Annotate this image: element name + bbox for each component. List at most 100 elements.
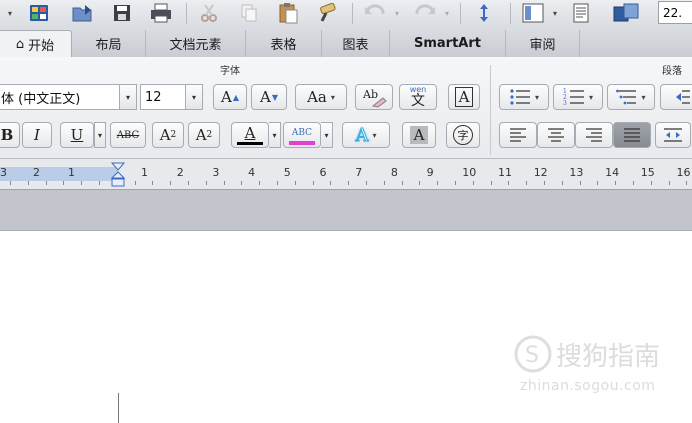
ruler-tick [597,181,599,185]
bold-button[interactable]: B [0,122,20,148]
document-page[interactable] [0,231,692,423]
change-case-button[interactable]: Aa ▾ [295,84,347,110]
open-icon[interactable] [68,2,98,24]
grow-arrow-icon: ▲ [232,92,239,102]
ruler-tick [508,181,510,185]
redo-dropdown-arrow[interactable]: ▾ [442,2,452,24]
tab-review[interactable]: 审阅 [506,30,580,57]
italic-button[interactable]: I [22,122,52,148]
enclose-characters-button[interactable]: 字 [446,122,480,148]
distributed-button[interactable] [655,122,691,148]
outdent-icon [676,90,690,104]
ruler-number: 15 [640,166,655,179]
underline-dropdown[interactable]: ▾ [94,122,106,148]
bullets-button[interactable]: ▾ [499,84,549,110]
sogou-logo-icon: S [514,335,552,373]
ribbon-tabs: ⌂ 开始 布局 文档元素 表格 图表 SmartArt 审阅 [0,28,692,58]
clear-formatting-button[interactable]: Ab [355,84,393,110]
grow-font-button[interactable]: A ▲ [213,84,247,110]
font-name-dropdown[interactable]: ▾ [120,84,137,110]
tab-document-elements[interactable]: 文档元素 [146,30,246,57]
view-layout-icon[interactable] [518,2,548,24]
justify-button[interactable] [613,122,651,148]
tab-home[interactable]: ⌂ 开始 [0,30,72,57]
ruler-tick [312,181,314,185]
ribbon-home: 字体 段落 体 (中文正文) ▾ 12 ▾ A ▲ A ▼ Aa ▾ Ab wen 文… [0,57,692,159]
ruler-tick [633,181,634,185]
strikethrough-button[interactable]: ABC [110,122,146,148]
undo-icon[interactable] [360,2,390,24]
highlight-swatch [289,140,315,145]
align-left-button[interactable] [499,122,537,148]
copy-icon[interactable] [236,2,262,24]
svg-text:Ab: Ab [362,88,378,101]
multilevel-list-icon [616,89,637,105]
tab-smartart[interactable]: SmartArt [390,30,506,57]
gallery-icon[interactable] [26,2,52,24]
underline-button[interactable]: U [60,122,94,148]
toolbox-icon[interactable] [608,2,644,24]
view-dropdown-arrow[interactable]: ▾ [550,2,560,24]
align-right-button[interactable] [575,122,613,148]
tab-layout[interactable]: 布局 [72,30,146,57]
ruler-tick [668,181,670,185]
ruler-number: 14 [605,166,620,179]
font-size-dropdown[interactable]: ▾ [186,84,203,110]
horizontal-ruler[interactable]: 3 2 1 1 2 3 4 5 6 7 8 9 10 11 12 13 14 15 16 [0,159,692,190]
ruler-tick [561,181,563,185]
format-painter-icon[interactable] [314,2,344,24]
character-border-button[interactable]: A [448,84,480,110]
watermark-url: zhinan.sogou.com [520,378,656,394]
ruler-tick [223,181,225,185]
ruler-tick [294,181,296,185]
highlight-dropdown[interactable]: ▾ [321,122,333,148]
superscript-button[interactable]: A2 [152,122,184,148]
phonetic-guide-button[interactable]: wen 文 [399,84,437,110]
navigation-arrows-icon[interactable] [470,2,498,24]
ruler-tick [81,181,83,185]
zoom-field[interactable]: 22. [658,1,692,24]
ruler-tick [45,181,47,185]
cut-icon[interactable] [196,2,222,24]
undo-dropdown-arrow[interactable]: ▾ [392,2,402,24]
tab-charts[interactable]: 图表 [322,30,390,57]
ruler-tick [27,181,29,185]
document-icon[interactable] [566,2,596,24]
decrease-indent-button[interactable] [660,84,692,110]
ruler-tick [134,181,136,185]
subscript-button[interactable]: A2 [188,122,220,148]
ruler-tick [277,181,278,185]
numbering-button[interactable]: 123 ▾ [553,84,603,110]
ruler-number: 10 [462,166,477,179]
align-center-button[interactable] [537,122,575,148]
ruler-number: 2 [33,166,40,179]
font-color-dropdown[interactable]: ▾ [269,122,281,148]
ruler-tick [615,181,617,185]
font-color-button[interactable]: A [231,122,269,148]
shrink-font-button[interactable]: A ▼ [251,84,287,110]
paste-icon[interactable] [274,2,302,24]
paragraph-group-title: 段落 [662,66,682,77]
toolbar-dropdown-arrow[interactable]: ▾ [4,2,16,24]
multilevel-list-button[interactable]: ▾ [607,84,655,110]
ruler-number: 2 [176,166,184,179]
font-name-field[interactable]: 体 (中文正文) [0,84,120,110]
ruler-tick [383,181,385,185]
print-icon[interactable] [146,2,176,24]
save-icon[interactable] [108,2,136,24]
redo-icon[interactable] [410,2,440,24]
align-right-icon [586,128,602,142]
tab-home-label: 开始 [28,38,55,54]
text-effects-button[interactable]: A ▾ [342,122,390,148]
text-cursor [118,393,119,423]
align-left-icon [510,128,526,142]
font-size-field[interactable]: 12 [140,84,186,110]
ruler-number: 4 [248,166,256,179]
ruler-tick [544,181,545,185]
ruler-number: 1 [141,166,148,179]
character-shading-button[interactable]: A [402,122,436,148]
highlight-button[interactable]: ABC [283,122,321,148]
indent-marker-icon[interactable] [110,162,126,192]
tab-tables[interactable]: 表格 [246,30,322,57]
ruler-number: 1 [68,166,75,179]
